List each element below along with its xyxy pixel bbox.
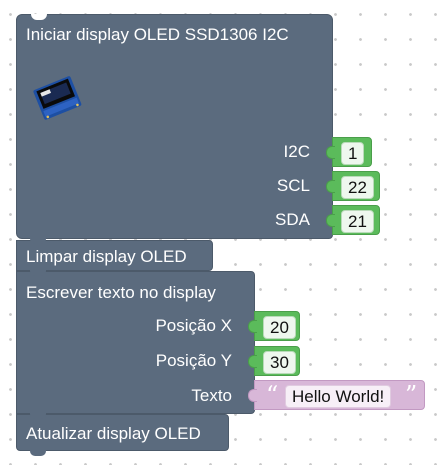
pos-x-number-block[interactable]: 20 — [248, 311, 300, 341]
block-notch — [31, 14, 47, 20]
pos-y-number-block[interactable]: 30 — [248, 346, 300, 376]
scl-value[interactable]: 22 — [341, 176, 374, 199]
init-oled-block[interactable]: Iniciar display OLED SSD1306 I2C — [16, 14, 333, 239]
i2c-value[interactable]: 1 — [341, 142, 365, 165]
input-connector — [248, 355, 257, 368]
clear-oled-block[interactable]: Limpar display OLED — [16, 240, 213, 271]
input-connector — [326, 180, 335, 193]
input-label-pos-y: Posição Y — [155, 351, 232, 370]
write-text-title: Escrever texto no display — [26, 283, 216, 302]
oled-module-image — [31, 72, 83, 122]
input-label-pos-x: Posição X — [155, 316, 232, 335]
block-connector-tab — [30, 413, 46, 419]
pos-x-value[interactable]: 20 — [263, 316, 296, 339]
input-label-i2c: I2C — [283, 142, 310, 161]
input-connector — [326, 214, 335, 227]
close-quote-icon: ” — [405, 381, 418, 409]
block-connector-tab — [30, 450, 46, 456]
scl-number-block[interactable]: 22 — [326, 171, 380, 201]
sda-number-block[interactable]: 21 — [326, 205, 380, 235]
input-label-sda: SDA — [275, 210, 310, 229]
input-connector — [248, 389, 257, 402]
input-connector — [326, 146, 335, 159]
input-connector — [248, 320, 257, 333]
block-connector-tab — [30, 270, 46, 276]
text-value[interactable]: Hello World! — [285, 385, 392, 408]
pos-y-value[interactable]: 30 — [263, 351, 296, 374]
sda-value[interactable]: 21 — [341, 210, 374, 233]
open-quote-icon: “ — [266, 381, 279, 409]
block-connector-tab — [30, 238, 46, 244]
input-label-texto: Texto — [191, 386, 232, 405]
clear-oled-title: Limpar display OLED — [26, 247, 187, 266]
update-oled-title: Atualizar display OLED — [26, 424, 201, 443]
i2c-number-block[interactable]: 1 — [326, 137, 372, 167]
text-string-block[interactable]: “ Hello World! ” — [248, 380, 425, 410]
update-oled-block[interactable]: Atualizar display OLED — [16, 414, 229, 451]
init-oled-title: Iniciar display OLED SSD1306 I2C — [26, 25, 289, 44]
input-label-scl: SCL — [276, 176, 310, 195]
